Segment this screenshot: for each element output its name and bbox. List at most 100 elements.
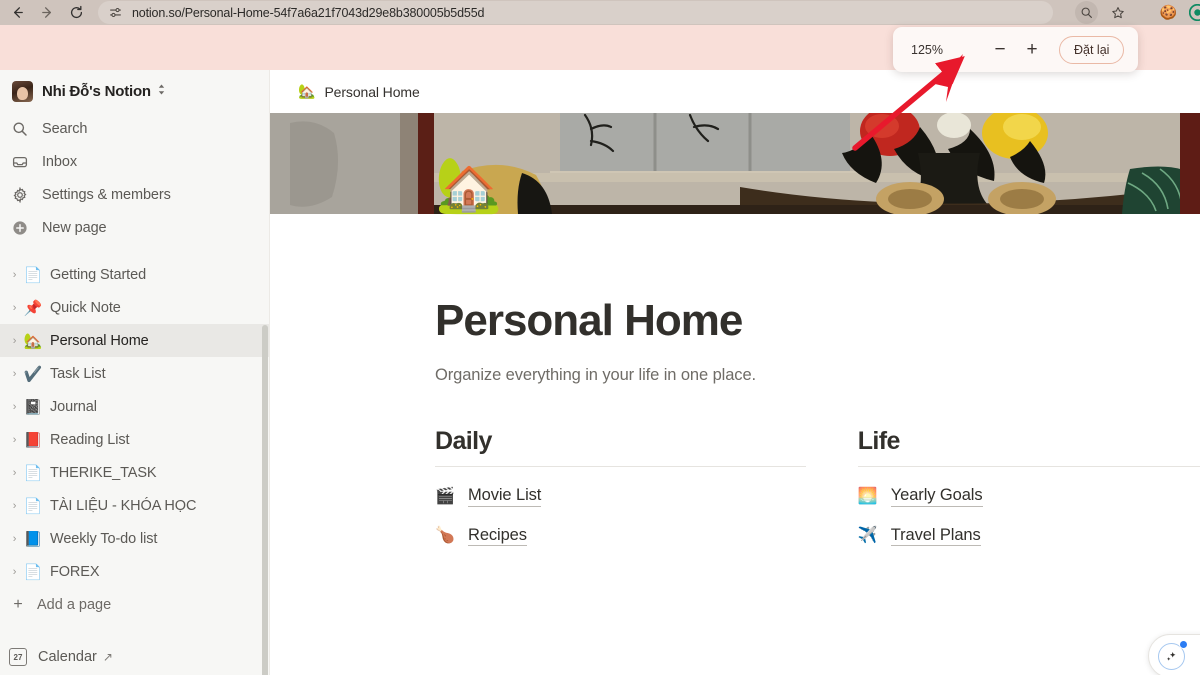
sidebar-item-quick-note[interactable]: › 📌 Quick Note [0, 291, 270, 324]
chevron-right-icon[interactable]: › [7, 500, 22, 512]
zoom-out-button[interactable]: − [987, 37, 1013, 63]
column-heading: Life [857, 427, 901, 455]
column-heading: Daily [435, 427, 492, 455]
calendar-icon: 27 [9, 648, 27, 666]
notebook-icon: 📓 [23, 398, 43, 416]
divider [857, 466, 1200, 467]
sidebar-item-label: Weekly To-do list [50, 530, 158, 547]
breadcrumb: 🏡 Personal Home [270, 70, 1200, 113]
sidebar-item-label: Personal Home [50, 332, 149, 349]
clapper-board-icon: 🎬 [435, 487, 455, 505]
document-icon: 📄 [23, 563, 43, 581]
sidebar-item-journal[interactable]: › 📓 Journal [0, 390, 270, 423]
page-link-travel-plans[interactable]: ✈️ Travel Plans [858, 525, 1200, 547]
sidebar-item-therike-task[interactable]: › 📄 THERIKE_TASK [0, 456, 270, 489]
document-icon: 📄 [23, 464, 43, 482]
extension-cookie-icon[interactable]: 🍪 [1157, 1, 1180, 24]
chevron-right-icon[interactable]: › [7, 368, 22, 380]
sidebar-item-label: Task List [50, 365, 106, 382]
inbox-icon [12, 154, 34, 170]
sidebar-item-label: Journal [50, 398, 97, 415]
search-icon [12, 121, 34, 137]
sidebar: Nhi Đỗ's Notion Search Inbox Settings & … [0, 70, 270, 675]
sunrise-icon: 🌅 [857, 487, 878, 505]
columns-container: Daily 🎬 Movie List 🍗 Recipes Life 🌅 Year… [435, 427, 1200, 547]
sidebar-item-label: Getting Started [50, 266, 147, 283]
zoom-reset-button[interactable]: Đặt lại [1059, 35, 1125, 64]
column-daily: Daily 🎬 Movie List 🍗 Recipes [435, 427, 806, 547]
sidebar-item-inbox[interactable]: Inbox [0, 145, 270, 178]
plus-icon: + [13, 595, 23, 613]
back-arrow-icon[interactable] [4, 0, 30, 25]
sidebar-item-label: New page [42, 219, 107, 236]
page-link-label: Movie List [468, 485, 541, 507]
workspace-switcher[interactable]: Nhi Đỗ's Notion [0, 70, 270, 112]
add-page-button[interactable]: + Add a page [0, 588, 270, 621]
notion-ai-button[interactable] [1148, 634, 1200, 675]
sidebar-item-getting-started[interactable]: › 📄 Getting Started [0, 258, 270, 291]
sidebar-item-search[interactable]: Search [0, 112, 270, 145]
house-with-garden-icon: 🏡 [23, 332, 43, 350]
page-link-label: Travel Plans [890, 525, 981, 547]
page-link-yearly-goals[interactable]: 🌅 Yearly Goals [858, 485, 1200, 507]
blue-book-icon: 📘 [23, 530, 43, 548]
sidebar-item-task-list[interactable]: › ✔️ Task List [0, 357, 270, 390]
chevron-right-icon[interactable]: › [7, 269, 22, 281]
page-link-movie-list[interactable]: 🎬 Movie List [435, 485, 806, 507]
tune-sliders-icon[interactable] [102, 6, 128, 19]
zoom-level-value: 125% [911, 42, 943, 57]
page-cover-image[interactable] [270, 113, 1200, 214]
sidebar-item-reading-list[interactable]: › 📕 Reading List [0, 423, 270, 456]
sidebar-item-label: Calendar [38, 649, 97, 665]
page-title[interactable]: Personal Home [435, 299, 1200, 343]
zoom-magnifier-icon[interactable] [1075, 1, 1098, 24]
sidebar-item-forex[interactable]: › 📄 FOREX [0, 555, 270, 588]
chevron-right-icon[interactable]: › [7, 302, 22, 314]
chevron-updown-icon[interactable] [157, 83, 166, 99]
chevron-right-icon[interactable]: › [7, 533, 22, 545]
chevron-right-icon[interactable]: › [7, 467, 22, 479]
forward-arrow-icon[interactable] [34, 0, 60, 25]
chevron-right-icon[interactable]: › [7, 566, 22, 578]
chevron-right-icon[interactable]: › [7, 335, 22, 347]
browser-window: notion.so/Personal-Home-54f7a6a21f7043d2… [0, 0, 1200, 675]
sparkles-icon [1158, 639, 1188, 670]
page-link-label: Yearly Goals [890, 485, 983, 507]
page-icon-house[interactable]: 🏡 [435, 158, 502, 212]
sidebar-item-calendar[interactable]: 27 Calendar ↗ [0, 642, 270, 672]
gear-icon [12, 186, 34, 203]
reload-icon[interactable] [63, 0, 89, 25]
chevron-right-icon[interactable]: › [7, 401, 22, 413]
poultry-leg-icon: 🍗 [435, 527, 455, 545]
chevron-right-icon[interactable]: › [7, 434, 22, 446]
sidebar-item-tai-lieu-khoa-hoc[interactable]: › 📄 TÀI LIỆU - KHÓA HỌC [0, 489, 270, 522]
page-subtitle[interactable]: Organize everything in your life in one … [435, 366, 1200, 385]
address-bar-url: notion.so/Personal-Home-54f7a6a21f7043d2… [132, 5, 485, 20]
browser-toolbar: notion.so/Personal-Home-54f7a6a21f7043d2… [0, 0, 1200, 25]
sidebar-item-personal-home[interactable]: › 🏡 Personal Home [0, 324, 270, 357]
workspace-name: Nhi Đỗ's Notion [42, 82, 151, 100]
checkmark-icon: ✔️ [23, 365, 43, 383]
zoom-in-button[interactable]: + [1019, 37, 1045, 63]
extension-cookie-glyph: 🍪 [1159, 4, 1178, 20]
zoom-popup: 125% − + Đặt lại [893, 27, 1138, 72]
sidebar-item-label: TÀI LIỆU - KHÓA HỌC [50, 497, 197, 514]
plus-circle-icon [12, 220, 34, 236]
star-icon[interactable] [1106, 1, 1129, 24]
breadcrumb-label[interactable]: Personal Home [324, 84, 419, 100]
sidebar-item-new-page[interactable]: New page [0, 211, 270, 244]
page-link-recipes[interactable]: 🍗 Recipes [435, 525, 806, 547]
closed-book-icon: 📕 [23, 431, 43, 449]
sidebar-scrollbar[interactable] [262, 325, 268, 675]
address-bar[interactable]: notion.so/Personal-Home-54f7a6a21f7043d2… [98, 1, 1053, 24]
sidebar-item-settings[interactable]: Settings & members [0, 178, 270, 211]
page-link-label: Recipes [468, 525, 527, 547]
green-circle-extension-icon[interactable] [1186, 1, 1200, 24]
sidebar-item-label: Inbox [42, 153, 77, 170]
main-content: 🏡 Personal Home 🏡 Personal Home Organize… [270, 70, 1200, 675]
column-life: Life 🌅 Yearly Goals ✈️ Travel Plans [857, 427, 1200, 547]
sidebar-item-weekly-todo-list[interactable]: › 📘 Weekly To-do list [0, 522, 270, 555]
document-icon: 📄 [23, 266, 43, 284]
sidebar-item-label: THERIKE_TASK [50, 464, 157, 481]
sidebar-item-label: Settings & members [42, 186, 171, 203]
